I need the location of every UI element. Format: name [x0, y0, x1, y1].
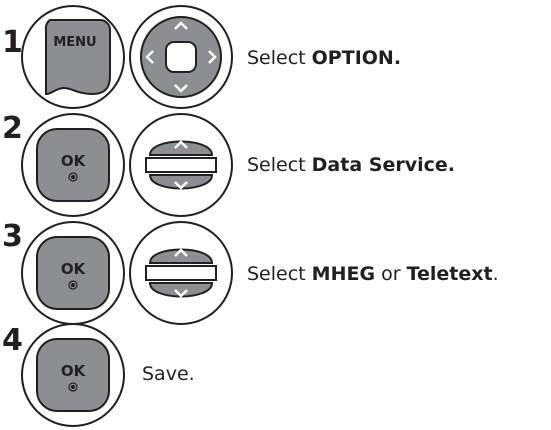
menu-button-label: MENU: [53, 35, 96, 50]
step-instruction: Select MHEG or Teletext.: [247, 263, 499, 285]
ok-button[interactable]: OK: [20, 112, 126, 218]
step-3: 3 OK Select MHEG or Teletext.: [0, 220, 551, 330]
navigation-updown-button[interactable]: [128, 112, 234, 218]
step-1: 1 MENU Select OPTION.: [0, 0, 551, 110]
ok-button[interactable]: OK: [20, 322, 126, 428]
ok-button-label: OK: [61, 260, 87, 278]
step-instruction: Select OPTION.: [247, 47, 402, 69]
ok-button[interactable]: OK: [20, 220, 126, 326]
step-instruction: Save.: [142, 363, 195, 385]
navigation-4way-button[interactable]: [128, 4, 234, 110]
navigation-updown-button[interactable]: [128, 220, 234, 326]
step-4: 4 OK Save.: [0, 322, 551, 430]
ok-button-label: OK: [61, 152, 87, 170]
ok-button-label: OK: [61, 362, 87, 380]
step-2: 2 OK Select Data Service.: [0, 112, 551, 222]
menu-button[interactable]: MENU: [20, 4, 126, 110]
step-instruction: Select Data Service.: [247, 154, 455, 176]
